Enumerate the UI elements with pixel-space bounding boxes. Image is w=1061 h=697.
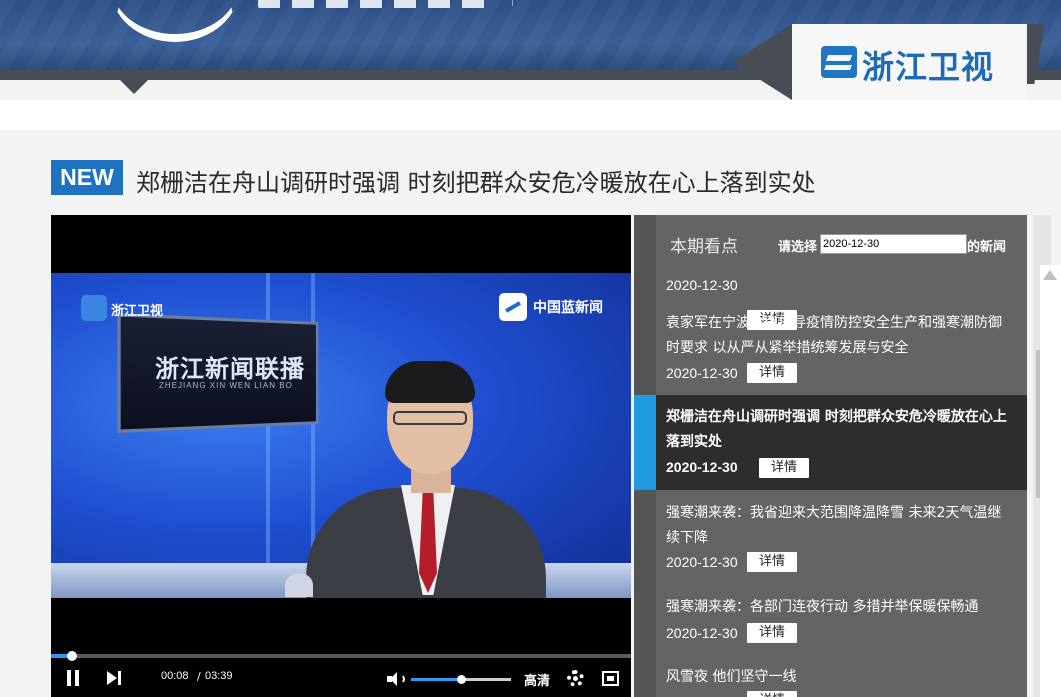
news-date: 2020-12-30 — [666, 625, 738, 641]
overlay-logo-icon — [81, 295, 107, 321]
progress-handle[interactable] — [67, 651, 78, 661]
list-item[interactable]: 2020-12-30 详情 — [634, 259, 1027, 330]
news-title[interactable]: 风雪夜 他们坚守一线 — [666, 665, 1011, 690]
sidebar-heading: 本期看点 — [670, 237, 738, 257]
channel-logo-text: 浙江卫视 — [862, 48, 995, 86]
fullscreen-icon[interactable] — [602, 671, 619, 686]
anchor-hair — [385, 361, 475, 403]
header-spacer — [0, 100, 1061, 130]
detail-button[interactable]: 详情 — [747, 623, 797, 643]
page-scrollbar[interactable] — [1040, 265, 1061, 697]
news-title[interactable]: 袁家军在宁波检查指导疫情防控安全生产和强寒潮防御时要求 以从严从紧举措统筹发展与… — [666, 311, 1011, 361]
studio-subtitle: ZHEJIANG XIN WEN LIAN BO — [159, 381, 293, 390]
banner-divider — [512, 0, 513, 6]
overlay-logo-right: 中国蓝新闻 — [533, 300, 603, 316]
studio-title: 浙江新闻联播 — [155, 355, 305, 383]
date-input[interactable] — [820, 234, 967, 254]
header-notch — [120, 80, 148, 94]
detail-button[interactable]: 详情 — [759, 458, 809, 478]
quality-button[interactable]: 高清 — [524, 670, 550, 689]
news-sidebar: 本期看点 请选择 的新闻 2020-12-30 详情 袁家军在宁波检查指导疫情防… — [634, 215, 1027, 697]
scroll-up-icon[interactable] — [1043, 268, 1057, 280]
news-title[interactable]: 强寒潮来袭：各部门连夜行动 多措并举保暖保畅通 — [666, 595, 1011, 620]
overlay-logo-left: 浙江卫视 — [111, 304, 164, 319]
logo-wing-right — [1027, 24, 1061, 84]
list-item[interactable]: 风雪夜 他们坚守一线 详情 — [634, 663, 1027, 697]
list-item[interactable]: 袁家军在宁波检查指导疫情防控安全生产和强寒潮防御时要求 以从严从紧举措统筹发展与… — [634, 303, 1027, 393]
next-icon[interactable] — [106, 670, 122, 686]
time-total: 03:39 — [205, 670, 233, 682]
video-frame[interactable]: 浙江新闻联播 ZHEJIANG XIN WEN LIAN BO 浙江卫视 中国蓝… — [51, 273, 631, 598]
gear-icon[interactable] — [567, 670, 584, 687]
desk-microphone — [285, 573, 313, 597]
list-item-active[interactable]: 郑栅洁在舟山调研时强调 时刻把群众安危冷暖放在心上落到实处 2020-12-30… — [634, 395, 1027, 490]
volume-fill — [411, 678, 461, 681]
list-item[interactable]: 强寒潮来袭：我省迎来大范围降温降雪 未来2天气温继续下降 2020-12-30 … — [634, 493, 1027, 583]
detail-button[interactable]: 详情 — [747, 552, 797, 572]
video-player[interactable]: 浙江新闻联播 ZHEJIANG XIN WEN LIAN BO 浙江卫视 中国蓝… — [51, 215, 631, 697]
page-title: 郑栅洁在舟山调研时强调 时刻把群众安危冷暖放在心上落到实处 — [136, 169, 816, 197]
news-title[interactable]: 郑栅洁在舟山调研时强调 时刻把群众安危冷暖放在心上落到实处 — [666, 405, 1011, 455]
logo-wing-left — [732, 24, 792, 100]
banner-title-graphic — [258, 0, 494, 8]
active-marker — [634, 395, 656, 490]
channel-logo-icon — [821, 46, 857, 78]
time-current: 00:08 — [161, 670, 189, 682]
date-prompt: 请选择 — [778, 240, 818, 255]
progress-track[interactable] — [51, 654, 631, 658]
anchor-glasses — [393, 411, 467, 425]
news-date: 2020-12-30 — [666, 459, 738, 475]
page: 浙江卫视 NEW 郑栅洁在舟山调研时强调 时刻把群众安危冷暖放在心上落到实处 浙… — [0, 0, 1061, 697]
volume-handle[interactable] — [457, 675, 466, 684]
news-date: 2020-12-30 — [666, 554, 738, 570]
time-separator: / — [197, 670, 201, 683]
detail-button[interactable]: 详情 — [747, 363, 797, 383]
list-item[interactable]: 强寒潮来袭：各部门连夜行动 多措并举保暖保畅通 2020-12-30 详情 — [634, 593, 1027, 653]
new-badge: NEW — [51, 160, 123, 195]
date-suffix: 的新闻 — [967, 240, 1007, 255]
news-title[interactable]: 强寒潮来袭：我省迎来大范围降温降雪 未来2天气温继续下降 — [666, 501, 1011, 551]
pause-icon[interactable] — [66, 670, 80, 686]
detail-button[interactable]: 详情 — [747, 691, 797, 697]
overlay-logo-right-icon — [499, 293, 527, 321]
news-date: 2020-12-30 — [666, 277, 738, 293]
news-date: 2020-12-30 — [666, 365, 738, 381]
